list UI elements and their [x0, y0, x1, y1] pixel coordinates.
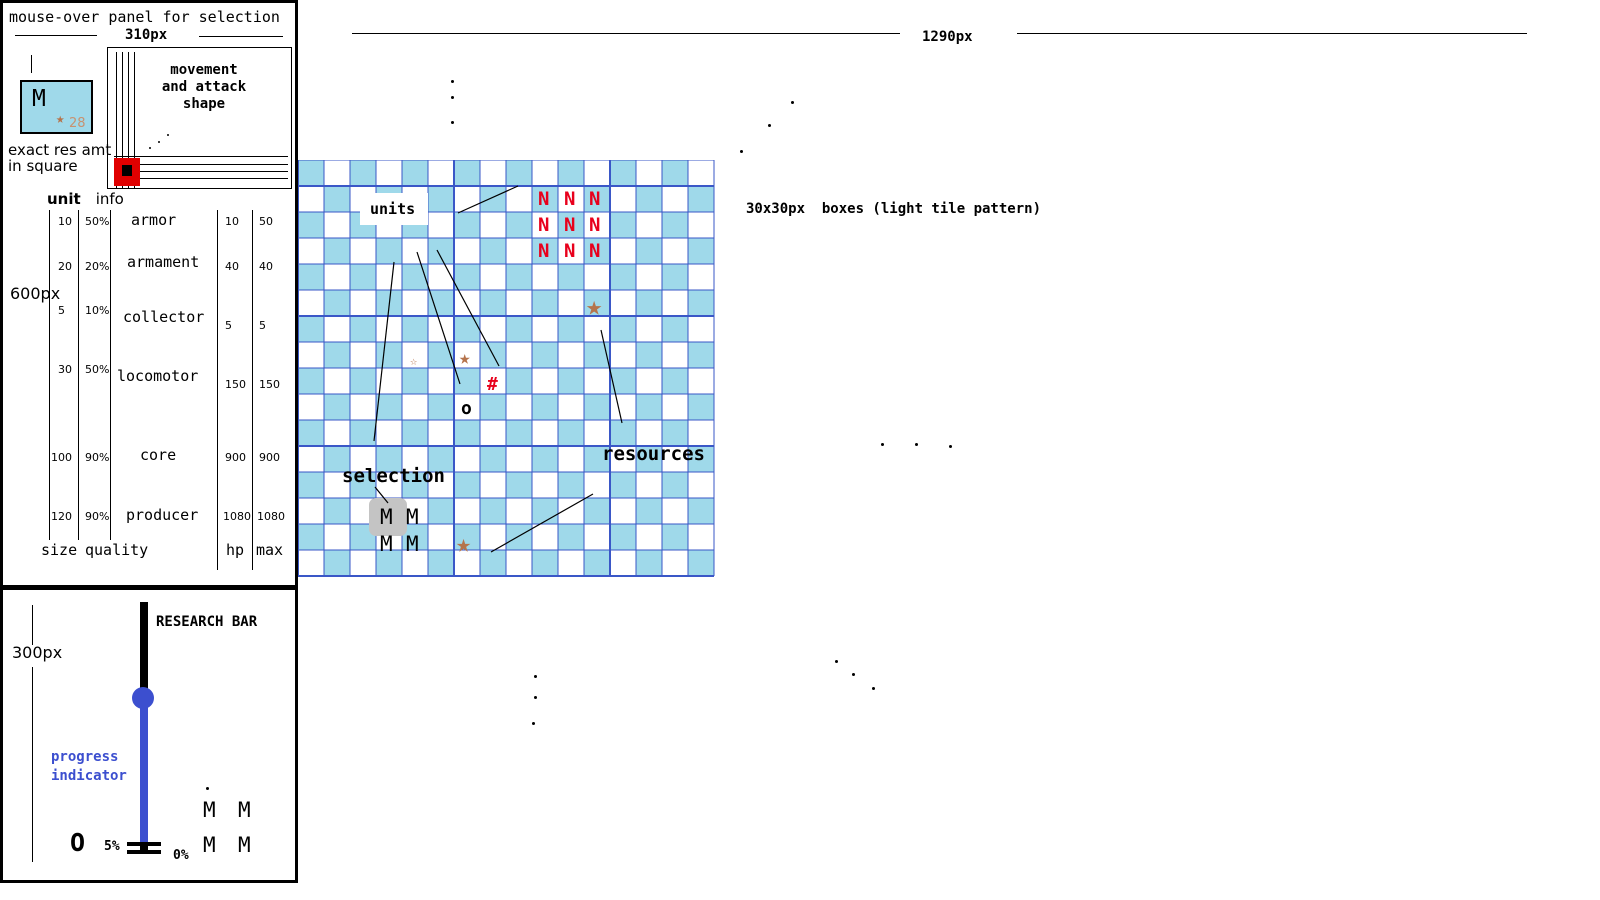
- pointer-line: [600, 329, 623, 424]
- pointer-line: [374, 486, 389, 504]
- pointer-line: [436, 249, 500, 367]
- pointer-line: [373, 261, 395, 442]
- annotation-pointers: [373, 185, 623, 553]
- pointer-line: [457, 185, 519, 214]
- pointer-line: [416, 251, 461, 385]
- pointer-line: [490, 493, 594, 553]
